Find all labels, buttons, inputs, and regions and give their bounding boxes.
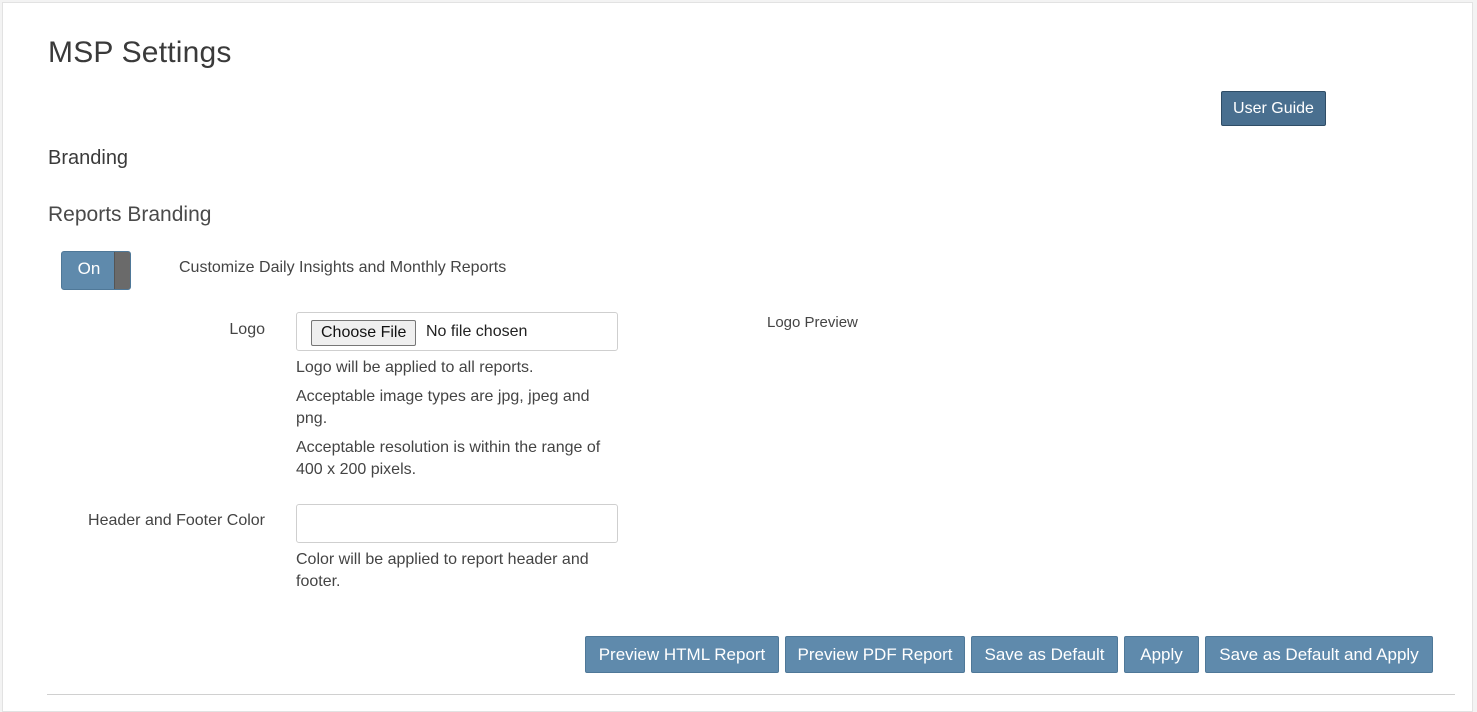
section-divider: [47, 694, 1455, 695]
branding-section-title: Branding: [48, 147, 129, 169]
header-footer-color-label: Header and Footer Color: [88, 512, 265, 529]
toggle-knob[interactable]: [114, 252, 130, 289]
toggle-description: Customize Daily Insights and Monthly Rep…: [179, 259, 507, 276]
reports-branding-title: Reports Branding: [48, 203, 212, 226]
reports-branding-toggle[interactable]: On: [61, 251, 131, 290]
color-help-text: Color will be applied to report header a…: [296, 551, 589, 590]
logo-help-types: Acceptable image types are jpg, jpeg and…: [296, 388, 590, 427]
page-title: MSP Settings: [48, 36, 232, 69]
toggle-state-label: On: [77, 259, 101, 278]
logo-preview-label: Logo Preview: [767, 314, 858, 331]
logo-file-input[interactable]: Choose File No file chosen: [296, 312, 618, 351]
header-footer-color-input[interactable]: [296, 504, 618, 543]
logo-help-applied: Logo will be applied to all reports.: [296, 359, 534, 376]
choose-file-button[interactable]: Choose File: [311, 320, 417, 346]
file-status-text: No file chosen: [426, 323, 528, 340]
preview-pdf-report-button[interactable]: Preview PDF Report: [785, 636, 965, 673]
save-as-default-button[interactable]: Save as Default: [971, 636, 1118, 673]
save-as-default-and-apply-button[interactable]: Save as Default and Apply: [1205, 636, 1433, 673]
logo-label: Logo: [229, 321, 265, 338]
settings-panel: MSP Settings User Guide Branding Reports…: [2, 2, 1473, 712]
logo-help-resolution: Acceptable resolution is within the rang…: [296, 439, 601, 478]
preview-html-report-button[interactable]: Preview HTML Report: [585, 636, 779, 673]
user-guide-button[interactable]: User Guide: [1221, 91, 1326, 126]
apply-button[interactable]: Apply: [1124, 636, 1199, 673]
